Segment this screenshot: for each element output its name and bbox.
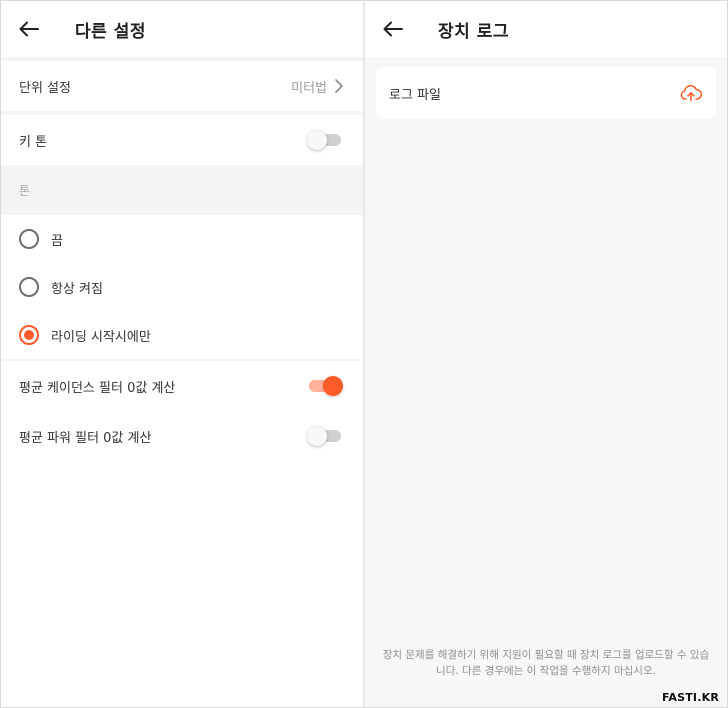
key-tone-toggle[interactable] [307, 130, 343, 150]
unit-setting-label: 단위 설정 [19, 80, 71, 96]
cloud-upload-icon[interactable] [680, 84, 702, 102]
device-log-panel: 장치 로그 로그 파일 장치 문제를 해결하기 위해 지원이 필요할 때 장치 … [365, 1, 727, 707]
chevron-right-icon [335, 79, 343, 93]
back-arrow-icon[interactable] [365, 1, 421, 57]
page-title: 장치 로그 [438, 21, 509, 42]
radio-button-selected[interactable] [19, 325, 39, 345]
key-tone-row: 키 톤 [1, 115, 363, 165]
watermark: FASTI.KR [661, 691, 719, 704]
page-title: 다른 설정 [75, 21, 146, 42]
radio-button[interactable] [19, 229, 39, 249]
back-arrow-icon[interactable] [1, 1, 57, 57]
key-tone-label: 키 톤 [19, 134, 48, 150]
avg-power-toggle[interactable] [307, 426, 343, 446]
avg-cadence-toggle[interactable] [307, 376, 343, 396]
tone-option-always-on[interactable]: 항상 켜짐 [1, 263, 363, 311]
avg-cadence-label: 평균 케이던스 필터 0값 계산 [19, 380, 176, 396]
toggle-thumb [307, 426, 327, 446]
unit-setting-value: 미터법 [291, 80, 327, 96]
radio-button[interactable] [19, 277, 39, 297]
log-file-card[interactable]: 로그 파일 [376, 67, 716, 119]
toggle-thumb [323, 376, 343, 396]
other-settings-header: 다른 설정 [1, 1, 363, 57]
tone-section-header: 톤 [1, 165, 363, 215]
tone-option-label: 끔 [51, 233, 63, 249]
toggle-thumb [307, 130, 327, 150]
tone-option-off[interactable]: 끔 [1, 215, 363, 263]
tone-option-label: 항상 켜짐 [51, 281, 103, 297]
avg-power-label: 평균 파워 필터 0값 계산 [19, 430, 152, 446]
avg-power-row: 평균 파워 필터 0값 계산 [1, 411, 363, 461]
other-settings-panel: 다른 설정 단위 설정 미터법 키 톤 톤 끔 항상 켜짐 라이딩 시작시에만 … [1, 1, 363, 707]
avg-cadence-row: 평균 케이던스 필터 0값 계산 [1, 361, 363, 411]
tone-option-label: 라이딩 시작시에만 [51, 329, 151, 345]
upload-help-text: 장치 문제를 해결하기 위해 지원이 필요할 때 장치 로그를 업로드할 수 있… [382, 649, 710, 677]
log-file-label: 로그 파일 [389, 87, 441, 103]
device-log-header: 장치 로그 [365, 1, 727, 57]
tone-option-ride-start[interactable]: 라이딩 시작시에만 [1, 311, 363, 359]
unit-setting-row[interactable]: 단위 설정 미터법 [1, 61, 363, 111]
